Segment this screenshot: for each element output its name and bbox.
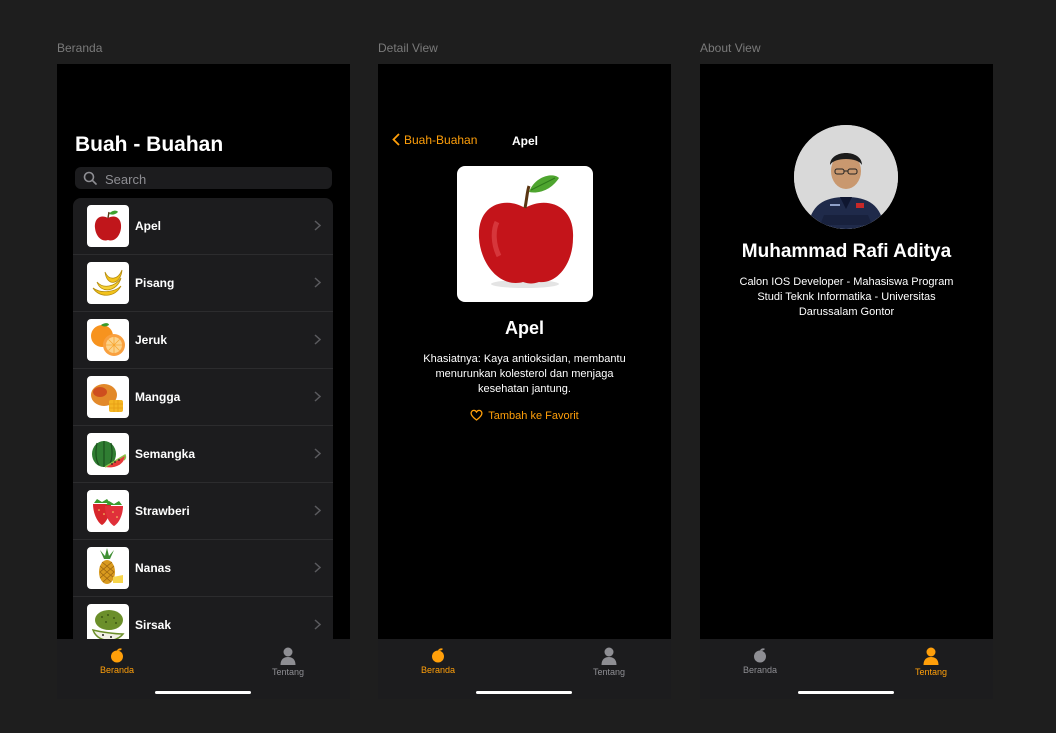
profile-name: Muhammad Rafi Aditya — [741, 241, 952, 262]
list-item-strawberi[interactable]: Strawberi — [73, 483, 333, 540]
person-icon — [923, 647, 939, 665]
tab-tentang[interactable]: Tentang — [574, 647, 644, 677]
home-indicator — [798, 691, 894, 694]
mango-thumbnail — [87, 376, 129, 418]
tab-bar: Beranda Tentang — [57, 639, 350, 699]
beranda-screen: Buah - Buahan Apel — [57, 64, 350, 699]
home-indicator — [476, 691, 572, 694]
frame-label-about: About View — [700, 41, 761, 55]
tab-label: Tentang — [914, 667, 948, 677]
tab-tentang[interactable]: Tentang — [896, 647, 966, 677]
heart-icon — [470, 409, 483, 421]
person-icon — [280, 647, 296, 665]
frame-label-detail: Detail View — [378, 41, 438, 55]
list-item-nanas[interactable]: Nanas — [73, 540, 333, 597]
about-screen: Muhammad Rafi Aditya Calon IOS Developer… — [700, 64, 993, 699]
add-favorite-button[interactable]: Tambah ke Favorit — [378, 409, 671, 422]
tab-tentang[interactable]: Tentang — [253, 647, 323, 677]
fruit-name: Semangka — [135, 447, 196, 461]
back-button[interactable]: Buah-Buahan — [392, 133, 477, 147]
search-input[interactable] — [103, 169, 327, 189]
banana-thumbnail — [87, 262, 129, 304]
detail-title: Apel — [504, 318, 544, 338]
favorite-label: Tambah ke Favorit — [488, 410, 579, 422]
search-bar[interactable] — [75, 167, 332, 189]
tab-label: Tentang — [592, 667, 626, 677]
nav-title: Apel — [512, 134, 539, 148]
chevron-right-icon — [314, 220, 321, 231]
fruit-icon — [111, 648, 123, 663]
list-item-pisang[interactable]: Pisang — [73, 255, 333, 312]
chevron-right-icon — [314, 448, 321, 459]
list-item-semangka[interactable]: Semangka — [73, 426, 333, 483]
tab-beranda[interactable]: Beranda — [82, 647, 152, 675]
page-title: Buah - Buahan — [75, 133, 224, 156]
chevron-right-icon — [314, 334, 321, 345]
detail-screen: Buah-Buahan Apel Apel Khasiatnya: Kaya a… — [378, 64, 671, 699]
watermelon-thumbnail — [87, 433, 129, 475]
profile-description: Calon IOS Developer - Mahasiswa Program … — [739, 276, 954, 318]
apple-thumbnail — [87, 205, 129, 247]
chevron-right-icon — [314, 277, 321, 288]
list-item-apel[interactable]: Apel — [73, 198, 333, 255]
fruit-icon — [754, 648, 766, 663]
home-indicator — [155, 691, 251, 694]
chevron-right-icon — [314, 391, 321, 402]
strawberry-thumbnail — [87, 490, 129, 532]
person-icon — [601, 647, 617, 665]
frame-label-beranda: Beranda — [57, 41, 103, 55]
search-icon — [83, 171, 97, 185]
detail-description: Khasiatnya: Kaya antioksidan, membantu m… — [423, 353, 626, 395]
tab-label: Beranda — [742, 665, 778, 675]
chevron-right-icon — [314, 619, 321, 630]
fruit-name: Nanas — [135, 561, 172, 575]
list-item-jeruk[interactable]: Jeruk — [73, 312, 333, 369]
avatar — [794, 125, 898, 229]
list-item-mangga[interactable]: Mangga — [73, 369, 333, 426]
chevron-right-icon — [314, 505, 321, 516]
fruit-list: Apel Pisang Jeruk Mangga Semangka Strawb… — [73, 198, 333, 653]
fruit-name: Apel — [135, 219, 162, 233]
tab-label: Tentang — [271, 667, 305, 677]
orange-thumbnail — [87, 319, 129, 361]
fruit-name: Sirsak — [135, 618, 172, 632]
fruit-name: Jeruk — [135, 333, 168, 347]
tab-beranda[interactable]: Beranda — [725, 647, 795, 675]
fruit-name: Pisang — [135, 276, 175, 290]
tab-beranda[interactable]: Beranda — [403, 647, 473, 675]
apple-image — [457, 166, 593, 302]
chevron-left-icon — [392, 133, 400, 146]
tab-label: Beranda — [99, 665, 135, 675]
tab-bar: Beranda Tentang — [378, 639, 671, 699]
back-label: Buah-Buahan — [404, 133, 478, 147]
tab-label: Beranda — [420, 665, 456, 675]
chevron-right-icon — [314, 562, 321, 573]
fruit-icon — [432, 648, 444, 663]
fruit-name: Mangga — [135, 390, 181, 404]
tab-bar: Beranda Tentang — [700, 639, 993, 699]
pineapple-thumbnail — [87, 547, 129, 589]
fruit-name: Strawberi — [135, 504, 190, 518]
